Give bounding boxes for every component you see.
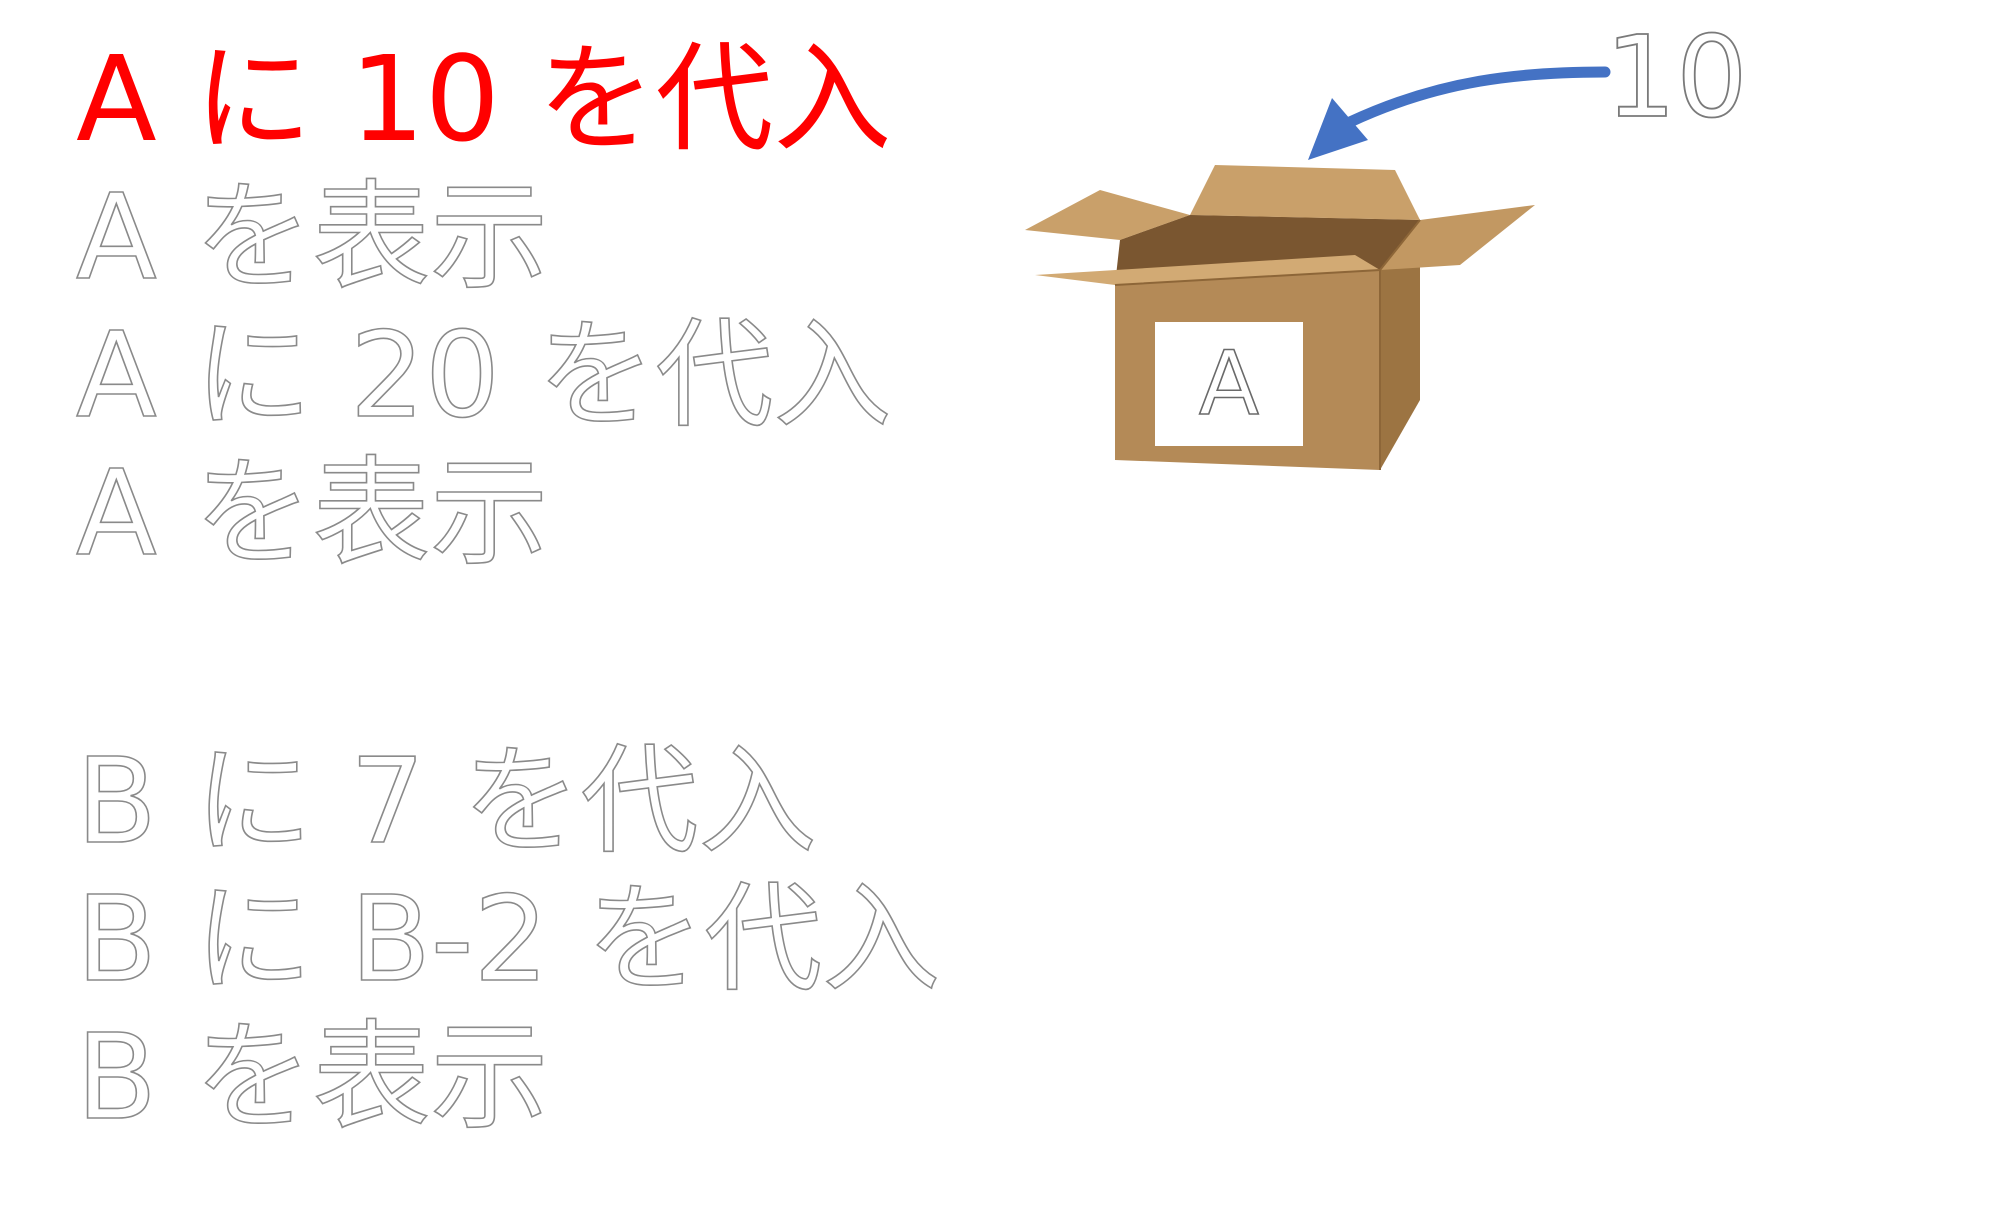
code-line-display-a-2: A を表示 xyxy=(75,444,549,582)
code-line-assign-b-7: B に 7 を代入 xyxy=(75,732,817,870)
variable-assignment-slide: A に 10 を代入 A を表示 A に 20 を代入 A を表示 B に 7 … xyxy=(0,0,2000,1210)
code-line-display-b: B を表示 xyxy=(75,1008,549,1146)
incoming-value: 10 xyxy=(1604,13,1748,143)
box-label-card: A xyxy=(1155,322,1303,446)
assignment-arrow-icon xyxy=(1308,66,1611,160)
code-line-display-a-1: A を表示 xyxy=(75,168,549,306)
code-line-assign-a-10: A に 10 を代入 xyxy=(76,30,892,168)
box-label-text: A xyxy=(1198,332,1260,435)
code-line-assign-a-20: A に 20 を代入 xyxy=(75,306,892,444)
code-line-assign-b-minus-2: B に B-2 を代入 xyxy=(75,870,941,1008)
